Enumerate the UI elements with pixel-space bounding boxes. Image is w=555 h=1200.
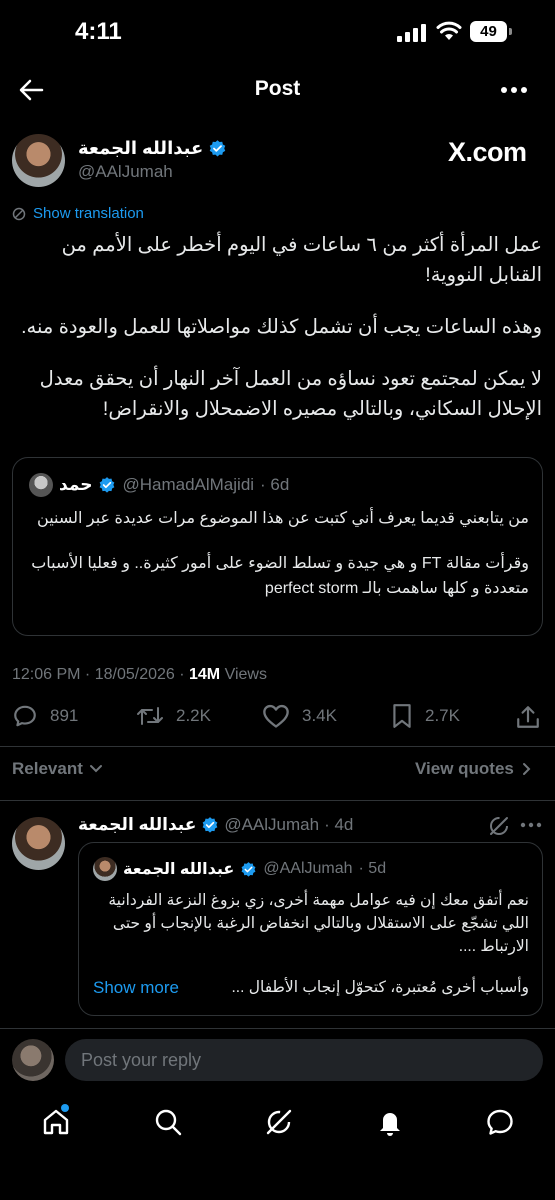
more-options-icon[interactable] <box>500 86 528 94</box>
reply-quoted-paragraph: وأسباب أخرى مُعتبرة، كتحوّل إنجاب الأطفا… <box>231 979 530 996</box>
reply-quoted-last-line: Show more وأسباب أخرى مُعتبرة، كتحوّل إن… <box>93 976 529 999</box>
status-time: 4:11 <box>75 18 122 45</box>
reply-quoted-time: · 5d <box>358 860 387 877</box>
post-paragraph: وهذه الساعات يجب أن تشمل كذلك مواصلاتها … <box>21 316 542 338</box>
reply-input-placeholder: Post your reply <box>81 1050 202 1070</box>
grok-icon[interactable] <box>263 1106 295 1138</box>
verified-badge-icon <box>202 817 218 833</box>
show-more-link[interactable]: Show more <box>93 976 179 999</box>
bookmark-icon <box>393 704 411 728</box>
post-paragraph: لا يمكن لمجتمع تعود نساؤه من العمل آخر ا… <box>39 368 542 420</box>
repost-count: 2.2K <box>176 706 211 725</box>
reply-input[interactable]: Post your reply <box>65 1039 543 1081</box>
reply-action[interactable]: 891 <box>12 703 78 729</box>
reply-icon <box>14 705 36 727</box>
notification-dot <box>61 1104 69 1112</box>
relevant-label: Relevant <box>12 759 83 778</box>
reply-count: 891 <box>50 706 79 725</box>
translate-icon <box>12 207 26 221</box>
reply-quoted-paragraph: نعم أتفق معك إن فيه عوامل مهمة أخرى، زي … <box>108 892 529 955</box>
reply-quoted-display-name: عبدالله الجمعة <box>123 861 235 878</box>
top-bar: Post <box>0 64 555 116</box>
verified-badge-icon <box>210 140 226 157</box>
page-title: Post <box>254 77 301 100</box>
messages-icon[interactable] <box>484 1106 516 1138</box>
heart-icon <box>263 704 289 728</box>
relevant-dropdown[interactable]: Relevant <box>12 759 103 779</box>
quoted-display-name: حمد <box>59 475 93 494</box>
reply-quoted-avatar <box>93 857 117 881</box>
like-action[interactable]: 3.4K <box>262 703 337 729</box>
reply-avatar[interactable] <box>12 817 65 870</box>
grok-icon[interactable] <box>487 814 511 838</box>
reply-quoted-text: نعم أتفق معك إن فيه عوامل مهمة أخرى، زي … <box>93 889 529 999</box>
show-translation-link[interactable]: Show translation <box>33 205 144 222</box>
divider <box>0 800 555 801</box>
reply-display-name[interactable]: عبدالله الجمعة <box>78 815 196 835</box>
search-icon[interactable] <box>152 1106 184 1138</box>
composer-avatar <box>12 1039 54 1081</box>
repost-icon <box>137 707 163 725</box>
quoted-avatar <box>29 473 53 497</box>
divider <box>0 1028 555 1029</box>
chevron-down-icon <box>89 765 102 773</box>
views-count: 14M <box>189 666 221 683</box>
reply-header: عبدالله الجمعة @AAlJumah · 4d <box>78 815 353 835</box>
quoted-time: · 6d <box>260 475 290 494</box>
bookmark-action[interactable]: 2.7K <box>391 703 460 729</box>
quoted-text: من يتابعني قديما يعرف أني كتبت عن هذا ال… <box>29 506 529 601</box>
reply-quoted-header: عبدالله الجمعة @AAlJumah · 5d <box>93 857 386 881</box>
view-quotes-label: View quotes <box>415 759 514 778</box>
quoted-handle: @HamadAlMajidi <box>122 475 255 494</box>
author-avatar[interactable] <box>12 134 65 187</box>
x-watermark: X.com <box>448 137 527 167</box>
quoted-post-card[interactable]: حمد @HamadAlMajidi · 6d من يتابعني قديما… <box>12 457 543 636</box>
quoted-paragraph: وقرأت مقالة FT و هي جيدة و تسلط الضوء عل… <box>31 555 529 597</box>
repost-action[interactable]: 2.2K <box>136 703 211 729</box>
verified-badge-icon <box>100 477 115 493</box>
share-icon[interactable] <box>515 704 541 730</box>
battery-cap <box>509 28 512 35</box>
reply-handle[interactable]: @AAlJumah <box>224 815 319 835</box>
like-count: 3.4K <box>302 706 337 725</box>
more-options-icon[interactable] <box>520 822 542 828</box>
status-bar: 4:11 49 <box>0 0 555 64</box>
author-name-row[interactable]: عبدالله الجمعة <box>78 138 227 159</box>
post-timestamp: 12:06 PM · 18/05/2026 · <box>12 666 189 683</box>
bookmark-count: 2.7K <box>425 706 460 725</box>
battery-level: 49 <box>480 23 497 40</box>
wifi-icon <box>436 21 462 40</box>
verified-badge-icon <box>241 861 256 877</box>
signal-icon <box>397 24 426 42</box>
divider <box>0 746 555 747</box>
notifications-bell-icon[interactable] <box>374 1106 406 1138</box>
quoted-paragraph: من يتابعني قديما يعرف أني كتبت عن هذا ال… <box>37 510 529 527</box>
reply-time: · 4d <box>324 815 354 834</box>
views-label: Views <box>220 666 267 683</box>
chevron-right-icon <box>522 763 531 775</box>
quoted-header: حمد @HamadAlMajidi · 6d <box>29 473 289 497</box>
view-quotes-link[interactable]: View quotes <box>415 759 531 779</box>
reply-quoted-handle: @AAlJumah <box>263 860 353 877</box>
author-handle[interactable]: @AAlJumah <box>78 162 173 182</box>
post-meta: 12:06 PM · 18/05/2026 · 14M Views <box>12 666 267 684</box>
battery-icon: 49 <box>470 21 507 42</box>
post-text: عمل المرأة أكثر من ٦ ساعات في اليوم أخطر… <box>12 230 542 424</box>
reply-quoted-card[interactable]: عبدالله الجمعة @AAlJumah · 5d نعم أتفق م… <box>78 842 543 1016</box>
author-display-name[interactable]: عبدالله الجمعة <box>78 138 203 159</box>
post-paragraph: عمل المرأة أكثر من ٦ ساعات في اليوم أخطر… <box>61 234 542 286</box>
